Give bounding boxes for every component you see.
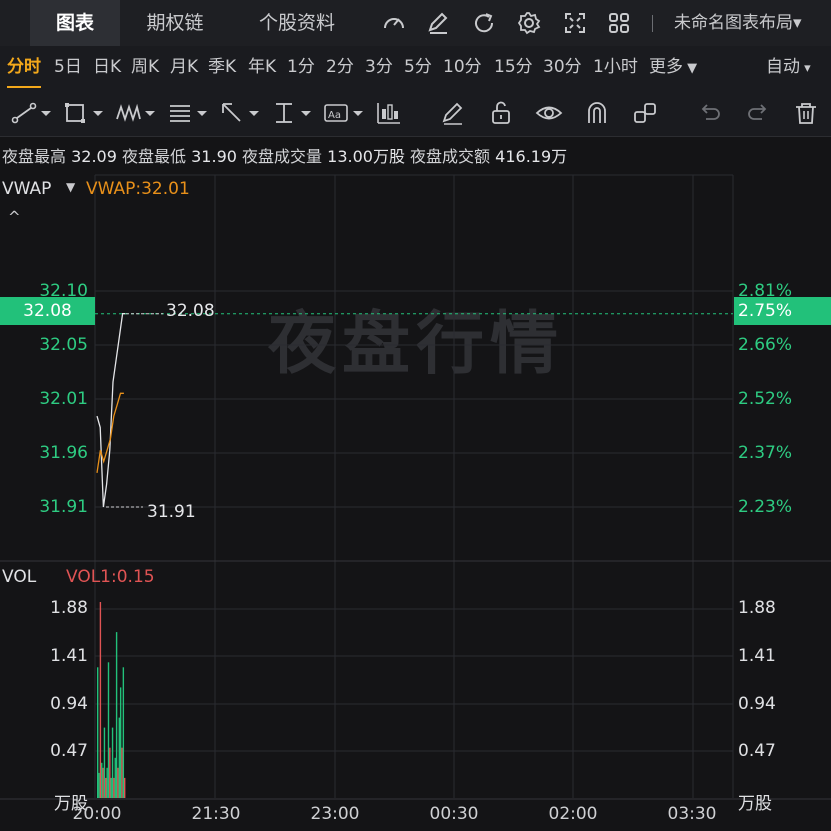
volume-bar (118, 717, 120, 798)
volume-bar (102, 767, 104, 798)
volume-bar (114, 757, 116, 798)
volume-bar (97, 667, 99, 798)
vol-value: VOL1:0.15 (66, 567, 155, 587)
intraday-chart[interactable] (0, 0, 831, 831)
percent-tick: 2.23% (738, 497, 793, 517)
current-price-badge: 32.08 (0, 297, 95, 325)
volume-bar (121, 747, 123, 798)
volume-bar (111, 727, 114, 798)
volume-tick: 0.47 (50, 741, 88, 761)
volume-unit: 万股 (738, 794, 772, 814)
chevron-up-icon[interactable]: ^ (8, 208, 21, 226)
current-percent-badge: 2.75% (734, 297, 831, 325)
price-tick: 32.01 (39, 389, 88, 409)
vwap-indicator-name[interactable]: VWAP (2, 179, 51, 199)
volume-tick: 0.47 (738, 741, 776, 761)
volume-bar (98, 772, 100, 798)
volume-tick: 1.88 (738, 598, 776, 618)
volume-bar (124, 777, 126, 798)
volume-tick: 1.41 (738, 646, 776, 666)
volume-tick: 0.94 (50, 694, 88, 714)
volume-bar (109, 747, 111, 798)
time-tick: 23:00 (310, 804, 360, 824)
time-tick: 21:30 (191, 804, 241, 824)
volume-tick: 1.88 (50, 598, 88, 618)
volume-tick: 0.94 (738, 694, 776, 714)
volume-bar (103, 727, 106, 798)
high-marker-label: 32.08 (166, 301, 215, 321)
vol-indicator-name[interactable]: VOL (2, 567, 36, 587)
volume-bar (99, 602, 102, 798)
vwap-value: VWAP:32.01 (86, 179, 190, 199)
time-tick: 00:30 (429, 804, 479, 824)
time-tick: 20:00 (72, 804, 122, 824)
volume-bar (117, 767, 119, 798)
time-tick: 03:30 (667, 804, 717, 824)
volume-bar (107, 662, 110, 798)
percent-tick: 2.66% (738, 335, 793, 355)
chevron-down-icon[interactable]: ▼ (66, 180, 75, 194)
volume-bar (113, 777, 115, 798)
percent-tick: 2.37% (738, 443, 793, 463)
volume-bar (106, 767, 108, 798)
price-tick: 31.91 (39, 497, 88, 517)
low-marker-label: 31.91 (147, 502, 196, 522)
volume-bar (105, 777, 107, 798)
volume-bar (110, 777, 112, 798)
price-line (96, 313, 126, 508)
price-tick: 32.05 (39, 335, 88, 355)
price-tick: 31.96 (39, 443, 88, 463)
volume-bar (101, 762, 103, 798)
volume-tick: 1.41 (50, 646, 88, 666)
volume-bar (115, 632, 118, 798)
time-tick: 02:00 (548, 804, 598, 824)
volume-bar (119, 687, 122, 798)
percent-tick: 2.52% (738, 389, 793, 409)
volume-bar (122, 667, 125, 798)
